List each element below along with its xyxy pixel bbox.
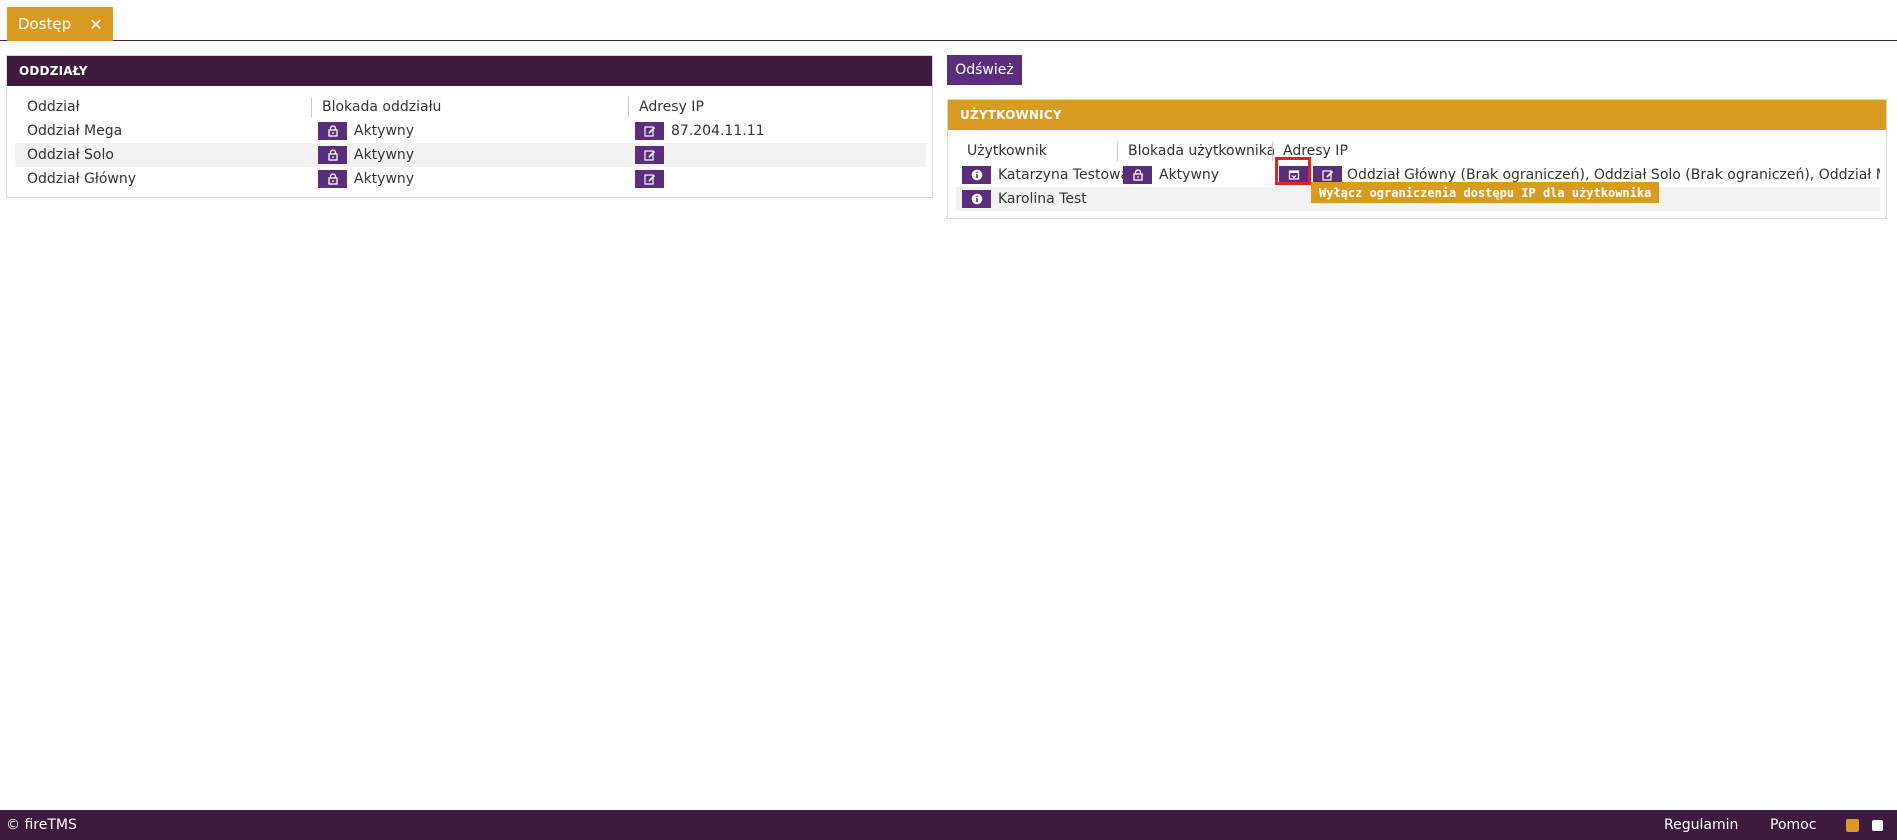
lock-button[interactable] [1123,166,1152,184]
info-icon [971,193,982,205]
branch-ip-cell [635,167,671,191]
column-header-ip: Adresy IP [628,97,704,117]
lock-icon [327,149,338,161]
edit-icon [643,150,655,161]
column-header-branch: Oddział [27,99,80,115]
info-icon [971,169,982,181]
tooltip: Wyłącz ograniczenia dostępu IP dla użytk… [1311,182,1660,203]
user-ip-list: Oddział Główny (Brak ograniczeń), Oddzia… [1347,167,1880,183]
branch-ip-cell [635,143,671,167]
chat-icon[interactable] [1846,819,1859,832]
user-name: Karolina Test [998,191,1087,207]
edit-icon [643,126,655,137]
table-row: Oddział Solo Aktywny [15,143,926,167]
branch-lock-cell: Aktywny [318,143,414,167]
branch-name: Oddział Solo [27,147,114,163]
branches-panel-title: ODDZIAŁY [7,56,932,86]
footer: © fireTMS Regulamin Pomoc [0,810,1897,840]
edit-icon [1321,170,1333,181]
tab-label: Dostęp [18,15,72,33]
lock-icon [327,173,338,185]
edit-ip-button[interactable] [635,122,664,140]
user-info-button[interactable] [962,166,991,184]
lock-button[interactable] [318,122,347,140]
branch-name: Oddział Mega [27,123,123,139]
column-header-branch-lock: Blokada oddziału [311,97,441,117]
column-header-user: Użytkownik [967,143,1047,159]
edit-icon [643,174,655,185]
user-name-cell: Katarzyna Testowa [962,163,1129,187]
facebook-icon[interactable] [1872,820,1883,831]
copyright: © fireTMS [6,817,77,833]
branch-ip: 87.204.11.11 [671,123,765,139]
branches-panel: ODDZIAŁY Oddział Blokada oddziału Adresy… [6,55,933,198]
lock-button[interactable] [318,146,347,164]
branch-status: Aktywny [354,123,415,139]
branch-lock-cell: Aktywny [318,119,414,143]
user-name-cell: Karolina Test [962,187,1087,211]
branch-ip-cell: 87.204.11.11 [635,119,765,143]
branch-status: Aktywny [354,147,415,163]
user-info-button[interactable] [962,190,991,208]
tab-bar: Dostęp ✕ [0,0,1897,41]
tab-dostep[interactable]: Dostęp ✕ [7,7,113,41]
edit-ip-button[interactable] [635,170,664,188]
highlight-box [1275,157,1311,185]
users-panel-title: UŻYTKOWNICY [948,100,1886,130]
branch-name: Oddział Główny [27,171,137,187]
user-name: Katarzyna Testowa [998,167,1130,183]
lock-icon [1132,169,1143,181]
lock-icon [327,125,338,137]
edit-ip-button[interactable] [635,146,664,164]
branch-status: Aktywny [354,171,415,187]
column-header-user-lock: Blokada użytkownika [1117,141,1275,161]
user-status: Aktywny [1159,167,1220,183]
table-row: Oddział Główny Aktywny [15,167,926,191]
user-lock-cell: Aktywny [1123,163,1219,187]
footer-link-help[interactable]: Pomoc [1770,817,1816,833]
lock-button[interactable] [318,170,347,188]
close-icon[interactable]: ✕ [89,15,102,34]
table-row: Oddział Mega Aktywny 87.204.11.11 [15,119,926,143]
branch-lock-cell: Aktywny [318,167,414,191]
footer-link-terms[interactable]: Regulamin [1664,817,1738,833]
refresh-button[interactable]: Odśwież [947,55,1022,85]
